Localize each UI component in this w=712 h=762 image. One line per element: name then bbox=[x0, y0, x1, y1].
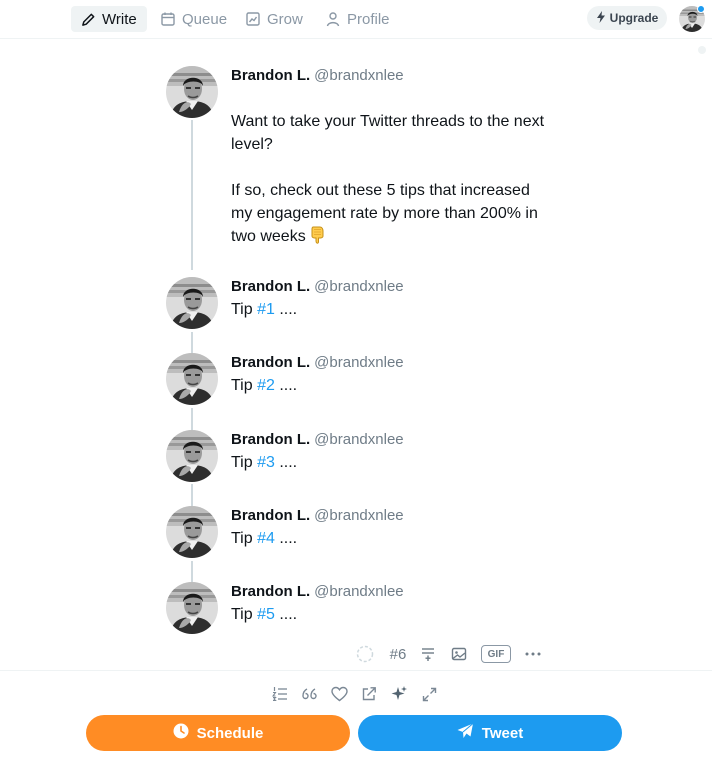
tweet-paragraph: Want to take your Twitter threads to the… bbox=[231, 113, 545, 153]
character-progress-ring bbox=[355, 643, 375, 665]
thread-tweet-3[interactable]: Brandon L. @brandxnlee Tip #2 .... bbox=[166, 353, 566, 409]
author-avatar bbox=[166, 506, 218, 558]
author-name: Brandon L. bbox=[231, 583, 311, 600]
toolbar-divider bbox=[0, 670, 712, 671]
tip-suffix: .... bbox=[279, 454, 298, 471]
tip-prefix: Tip bbox=[231, 301, 253, 318]
clock-icon bbox=[173, 723, 189, 743]
author-handle: @brandxnlee bbox=[314, 507, 404, 524]
tweet-paragraph-text: If so, check out these 5 tips that incre… bbox=[231, 182, 538, 245]
thread-tweet-6[interactable]: Brandon L. @brandxnlee Tip #5 .... bbox=[166, 582, 566, 638]
tweet-text[interactable]: Want to take your Twitter threads to the… bbox=[231, 110, 551, 251]
thread-connector bbox=[191, 332, 193, 354]
gif-label: GIF bbox=[481, 645, 511, 663]
hashtag-link[interactable]: #4 bbox=[257, 530, 275, 547]
tip-suffix: .... bbox=[279, 301, 298, 318]
numbered-list-icon[interactable] bbox=[270, 684, 290, 704]
tip-prefix: Tip bbox=[231, 377, 253, 394]
thread-connector bbox=[191, 408, 193, 430]
tweet-header: Brandon L. @brandxnlee bbox=[231, 506, 404, 525]
hashtag-link[interactable]: #3 bbox=[257, 454, 275, 471]
tweet-text[interactable]: Tip #1 .... bbox=[231, 298, 551, 321]
author-name: Brandon L. bbox=[231, 431, 311, 448]
tweet-text[interactable]: Tip #5 .... bbox=[231, 603, 551, 626]
author-handle: @brandxnlee bbox=[314, 431, 404, 448]
quote-icon[interactable] bbox=[299, 684, 319, 704]
image-icon[interactable] bbox=[449, 643, 469, 665]
pointing-down-hand-icon bbox=[310, 226, 325, 251]
tweet-text[interactable]: Tip #4 .... bbox=[231, 527, 551, 550]
tweet-header: Brandon L. @brandxnlee bbox=[231, 430, 404, 449]
author-handle: @brandxnlee bbox=[314, 354, 404, 371]
thread-tweet-1[interactable]: Brandon L. @brandxnlee Want to take your … bbox=[166, 66, 566, 256]
tweet-header: Brandon L. @brandxnlee bbox=[231, 277, 404, 296]
tweet-text[interactable]: Tip #2 .... bbox=[231, 374, 551, 397]
author-handle: @brandxnlee bbox=[314, 278, 404, 295]
tip-suffix: .... bbox=[279, 606, 298, 623]
heart-icon[interactable] bbox=[329, 684, 349, 704]
hashtag-link[interactable]: #1 bbox=[257, 301, 275, 318]
author-avatar bbox=[166, 66, 218, 118]
tweet-header: Brandon L. @brandxnlee bbox=[231, 353, 404, 372]
thread-tweet-4[interactable]: Brandon L. @brandxnlee Tip #3 .... bbox=[166, 430, 566, 486]
thread-options-toolbar bbox=[0, 682, 712, 706]
tweet-label: Tweet bbox=[481, 724, 524, 742]
share-icon[interactable] bbox=[359, 684, 379, 704]
thread-connector bbox=[191, 561, 193, 583]
author-handle: @brandxnlee bbox=[314, 583, 404, 600]
author-handle: @brandxnlee bbox=[314, 67, 404, 84]
hashtag-link[interactable]: #2 bbox=[257, 377, 275, 394]
author-name: Brandon L. bbox=[231, 507, 311, 524]
tip-prefix: Tip bbox=[231, 530, 253, 547]
tip-suffix: .... bbox=[279, 530, 298, 547]
author-avatar bbox=[166, 430, 218, 482]
tip-suffix: .... bbox=[279, 377, 298, 394]
tip-prefix: Tip bbox=[231, 454, 253, 471]
gif-button[interactable]: GIF bbox=[481, 643, 511, 665]
author-name: Brandon L. bbox=[231, 278, 311, 295]
thread-tweet-2[interactable]: Brandon L. @brandxnlee Tip #1 .... bbox=[166, 277, 566, 333]
tweet-button[interactable]: Tweet bbox=[358, 715, 622, 751]
expand-icon[interactable] bbox=[419, 684, 439, 704]
insert-split-icon[interactable] bbox=[418, 643, 438, 665]
tweet-header: Brandon L. @brandxnlee bbox=[231, 582, 404, 601]
thread-editor: Brandon L. @brandxnlee Want to take your … bbox=[0, 0, 712, 640]
schedule-label: Schedule bbox=[196, 724, 264, 742]
paper-plane-icon bbox=[457, 723, 474, 743]
author-name: Brandon L. bbox=[231, 354, 311, 371]
author-avatar bbox=[166, 353, 218, 405]
tweet-text[interactable]: Tip #3 .... bbox=[231, 451, 551, 474]
author-avatar bbox=[166, 582, 218, 634]
more-options-icon[interactable] bbox=[523, 643, 543, 665]
sparkle-icon[interactable] bbox=[389, 684, 409, 704]
author-name: Brandon L. bbox=[231, 67, 311, 84]
thread-connector bbox=[191, 484, 193, 506]
thread-tweet-5[interactable]: Brandon L. @brandxnlee Tip #4 .... bbox=[166, 506, 566, 562]
tweet-compose-toolbar: #6 GIF bbox=[0, 640, 712, 670]
schedule-button[interactable]: Schedule bbox=[86, 715, 350, 751]
author-avatar bbox=[166, 277, 218, 329]
tweet-count: #6 bbox=[389, 645, 407, 663]
tweet-paragraph: If so, check out these 5 tips that incre… bbox=[231, 179, 551, 251]
tweet-header: Brandon L. @brandxnlee bbox=[231, 66, 404, 85]
tip-prefix: Tip bbox=[231, 606, 253, 623]
hashtag-link[interactable]: #5 bbox=[257, 606, 275, 623]
